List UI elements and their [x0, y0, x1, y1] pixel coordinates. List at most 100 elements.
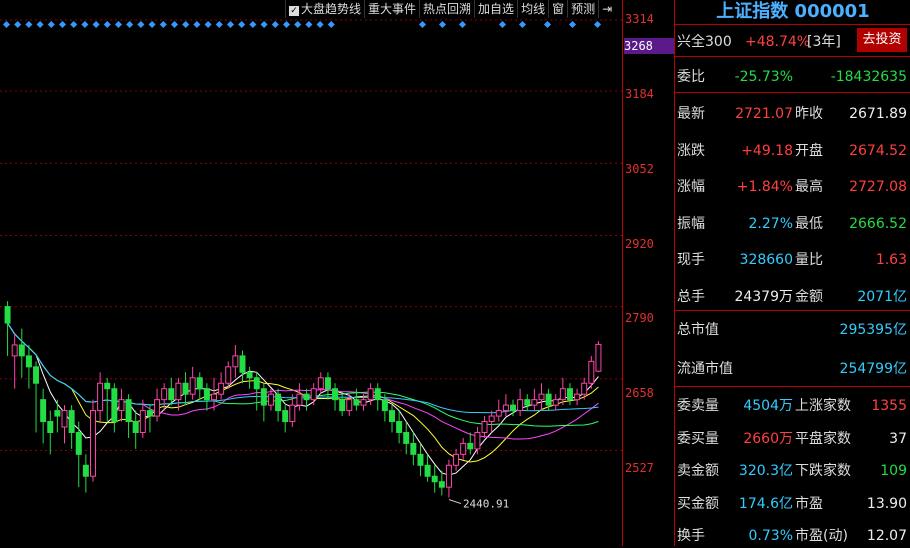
candle-body — [403, 431, 410, 444]
candle-body — [552, 399, 559, 406]
candle-body — [367, 388, 374, 401]
ma60-line — [7, 322, 599, 414]
trend-line-toggle[interactable]: ✓ 大盘趋势线 — [285, 0, 364, 18]
hotspot-button[interactable]: 热点回溯 — [419, 0, 474, 18]
window-button[interactable]: 窗 — [548, 0, 567, 18]
row-value: 2721.07 — [735, 106, 793, 122]
y-tick: 2658 — [625, 386, 654, 400]
float-mv-label: 流通市值 — [677, 361, 733, 377]
weibi-value: -18432635 — [830, 69, 907, 85]
candle-body — [211, 393, 218, 401]
candle-body — [260, 388, 267, 406]
candle-body — [125, 399, 132, 423]
event-marker — [47, 20, 55, 29]
candle-body — [68, 410, 75, 433]
candle-body — [531, 399, 538, 406]
row-label: 最高 — [795, 179, 823, 195]
checkbox-icon[interactable]: ✓ — [289, 6, 299, 16]
event-marker — [305, 20, 313, 29]
candle-body — [182, 382, 189, 395]
collapse-icon[interactable]: ⇥ — [598, 0, 615, 18]
low-label: 2440.91 — [463, 498, 509, 511]
candle-body — [4, 306, 11, 324]
event-marker — [204, 20, 212, 29]
event-marker — [215, 20, 223, 29]
event-marker — [316, 20, 324, 29]
candle-body — [25, 355, 32, 368]
forecast-button[interactable]: 预测 — [567, 0, 598, 18]
event-marker — [543, 20, 552, 29]
candle-body — [481, 421, 488, 433]
y-tick: 2920 — [625, 237, 654, 251]
quote-row: 涨幅 +1.84% 最高 2727.08 — [675, 175, 910, 199]
row-value: 2660万 — [743, 430, 793, 447]
candle-body — [139, 410, 146, 433]
row-value: +1.84% — [736, 179, 793, 195]
add-watchlist-button[interactable]: 加自选 — [474, 0, 517, 18]
quote-row: 委买量 2660万 平盘家数 37 — [675, 427, 910, 451]
candle-body — [11, 344, 18, 357]
ma10-line — [7, 322, 599, 463]
row-label: 昨收 — [795, 106, 823, 122]
row-value: 174.6亿 — [738, 495, 793, 512]
candle-body — [566, 388, 573, 401]
weibi-row: 委比 -25.73% -18432635 — [675, 65, 910, 89]
row-label: 振幅 — [677, 215, 705, 232]
event-marker — [159, 20, 167, 29]
row-label: 涨跌 — [677, 142, 705, 159]
moving-average-button[interactable]: 均线 — [517, 0, 548, 18]
row-label: 卖金额 — [677, 463, 719, 479]
candle-body — [168, 388, 175, 401]
candle-body — [332, 388, 339, 401]
candle-body — [40, 399, 47, 423]
current-price-marker: 3268 — [624, 38, 674, 54]
candle-body — [438, 481, 445, 488]
candle-body — [253, 377, 260, 390]
event-marker — [458, 20, 467, 29]
weibi-pct: -25.73% — [734, 69, 793, 85]
candle-body — [495, 410, 502, 417]
event-marker — [271, 20, 279, 29]
invest-button[interactable]: 去投资 — [857, 28, 907, 52]
candle-body — [353, 399, 360, 406]
event-marker — [36, 20, 44, 29]
event-marker — [418, 20, 427, 29]
candle-body — [381, 399, 388, 412]
row-value: 1355 — [871, 398, 907, 414]
event-marker — [327, 20, 335, 29]
row-value: 2666.52 — [849, 215, 907, 232]
row-value: 24379万 — [734, 288, 793, 305]
candle-body — [54, 410, 61, 417]
event-marker — [81, 20, 89, 29]
candle-body — [339, 399, 346, 412]
event-marker — [170, 20, 179, 29]
candle-body — [324, 377, 331, 390]
quote-row: 卖金额 320.3亿 下跌家数 109 — [675, 459, 910, 483]
y-tick: 3314 — [625, 12, 654, 26]
event-marker — [438, 20, 447, 29]
quote-row: 换手 0.73% 市盈(动) 12.07 — [675, 524, 910, 548]
quote-row: 现手 328660 量比 1.63 — [675, 248, 910, 272]
candle-body — [282, 410, 289, 423]
candle-body — [559, 388, 566, 401]
major-events-button[interactable]: 重大事件 — [364, 0, 419, 18]
candle-body — [510, 404, 517, 412]
float-mv-row: 流通市值 254799亿 — [675, 357, 910, 381]
candle-body — [545, 393, 552, 406]
row-value: 2727.08 — [849, 179, 907, 195]
row-label: 涨幅 — [677, 179, 705, 195]
row-value: 328660 — [739, 252, 793, 268]
candle-body — [431, 475, 438, 483]
candle-body — [574, 393, 581, 401]
candle-body — [310, 388, 317, 401]
candle-body — [97, 382, 104, 412]
row-value: 4504万 — [743, 398, 793, 414]
event-marker — [282, 20, 291, 29]
total-mv-row: 总市值 295395亿 — [675, 318, 910, 342]
event-marker — [126, 20, 134, 29]
row-value: 2071亿 — [857, 288, 907, 305]
divider — [675, 386, 910, 387]
candle-body — [524, 399, 531, 406]
kline-chart[interactable]: 2440.91 — [0, 0, 622, 546]
quote-row: 委卖量 4504万 上涨家数 1355 — [675, 394, 910, 418]
